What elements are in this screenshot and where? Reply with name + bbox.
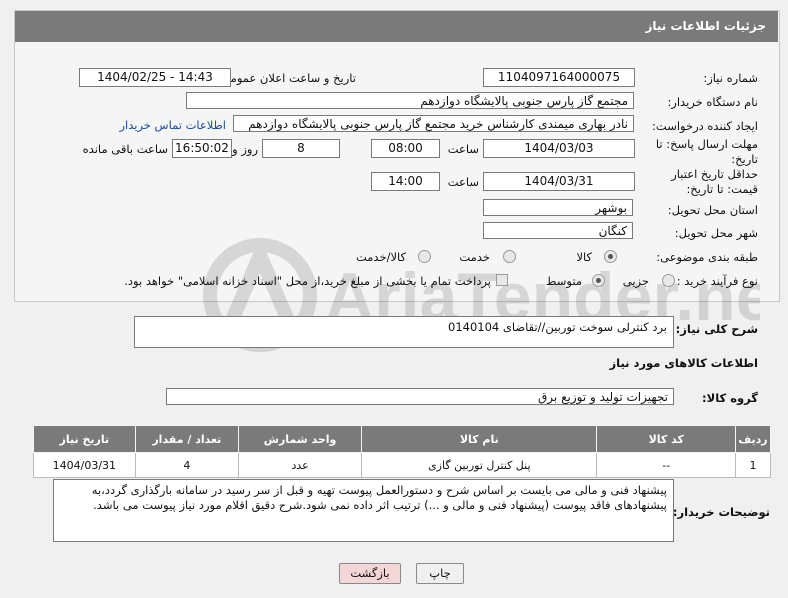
announce-date-field: 1404/02/25 - 14:43: [79, 68, 231, 87]
city-field: کنگان: [483, 222, 633, 239]
buyer-notes-field: پیشنهاد فنی و مالی می بایست بر اساس شرح …: [53, 479, 674, 542]
cell-item-name: پنل کنترل توربین گازی: [361, 452, 598, 478]
days-field: 8: [262, 139, 340, 158]
description-field: برد کنترلی سوخت توربین//تقاضای 0140104: [134, 316, 674, 348]
buyer-notes-label: توضیحات خریدار:: [672, 505, 770, 519]
buyer-contact-link[interactable]: اطلاعات تماس خریدار: [119, 118, 226, 132]
treasury-checkbox[interactable]: [496, 274, 508, 286]
back-button[interactable]: بازگشت: [339, 563, 401, 584]
creator-field: نادر بهاری میمندی کارشناس خرید مجتمع گاز…: [233, 115, 634, 132]
creator-label: ایجاد کننده درخواست:: [652, 119, 758, 133]
buyer-org-label: نام دستگاه خریدار:: [667, 95, 758, 109]
goods-table: تاریخ نیاز تعداد / مقدار واحد شمارش نام …: [33, 425, 771, 478]
treasury-note: پرداخت تمام یا بخشی از مبلغ خرید،از محل …: [124, 274, 491, 288]
goods-group-field: تجهیزات تولید و توزیع برق: [166, 388, 674, 405]
col-need-date: تاریخ نیاز: [33, 425, 136, 453]
description-label: شرح کلی نیاز:: [675, 322, 758, 336]
validity-date-field: 1404/03/31: [483, 172, 635, 191]
process-radio-medium[interactable]: [592, 274, 605, 287]
province-field: بوشهر: [483, 199, 633, 216]
category-option-service: خدمت: [459, 250, 490, 264]
process-label: نوع فرآیند خرید :: [676, 274, 758, 288]
page-title: جزئیات اطلاعات نیاز: [645, 19, 766, 33]
cell-quantity: 4: [134, 452, 240, 478]
table-header-row: تاریخ نیاز تعداد / مقدار واحد شمارش نام …: [33, 425, 771, 453]
need-number-field: 1104097164000075: [483, 68, 635, 87]
validity-label: حداقل تاریخ اعتبار قیمت: تا تاریخ:: [671, 167, 758, 196]
cell-unit: عدد: [238, 452, 363, 478]
remaining-label: ساعت باقی مانده: [82, 142, 168, 156]
deadline-time-label: ساعت: [447, 142, 479, 156]
print-button[interactable]: چاپ: [416, 563, 464, 584]
deadline-date-field: 1404/03/03: [483, 139, 635, 158]
col-item-name: نام کالا: [361, 425, 598, 453]
province-label: استان محل تحویل:: [667, 203, 758, 217]
col-quantity: تعداد / مقدار: [134, 425, 240, 453]
cell-item-code: --: [596, 452, 737, 478]
deadline-label: مهلت ارسال پاسخ: تا تاریخ:: [655, 137, 758, 166]
goods-group-label: گروه کالا:: [702, 391, 758, 405]
city-label: شهر محل تحویل:: [674, 226, 758, 240]
panel-header: جزئیات اطلاعات نیاز: [15, 11, 778, 42]
buyer-org-field: مجتمع گاز پارس جنوبی پالایشگاه دوازدهم: [186, 92, 634, 109]
need-number-label: شماره نیاز:: [703, 71, 758, 85]
validity-time-label: ساعت: [447, 175, 479, 189]
cell-row: 1: [735, 452, 771, 478]
category-option-goods: کالا: [576, 250, 592, 264]
category-option-goods-service: کالا/خدمت: [355, 250, 406, 264]
category-label: طبقه بندی موضوعی:: [656, 250, 758, 264]
process-option-minor: جزیی: [622, 274, 649, 288]
deadline-time-field: 08:00: [371, 139, 440, 158]
col-row: ردیف: [735, 425, 771, 453]
announce-date-label: تاریخ و ساعت اعلان عمومی:: [217, 71, 356, 85]
category-radio-goods-service[interactable]: [418, 250, 431, 263]
validity-time-field: 14:00: [371, 172, 440, 191]
process-radio-minor[interactable]: [662, 274, 675, 287]
category-radio-service[interactable]: [503, 250, 516, 263]
goods-section-title: اطلاعات کالاهای مورد نیاز: [609, 356, 758, 370]
table-row: 1404/03/31 4 عدد پنل کنترل توربین گازی -…: [33, 452, 771, 478]
col-item-code: کد کالا: [596, 425, 737, 453]
days-label: روز و: [232, 142, 258, 156]
col-unit: واحد شمارش: [238, 425, 363, 453]
category-radio-goods[interactable]: [604, 250, 617, 263]
process-option-medium: متوسط: [545, 274, 582, 288]
cell-need-date: 1404/03/31: [33, 452, 136, 478]
remaining-time-field: 16:50:02: [172, 139, 232, 158]
